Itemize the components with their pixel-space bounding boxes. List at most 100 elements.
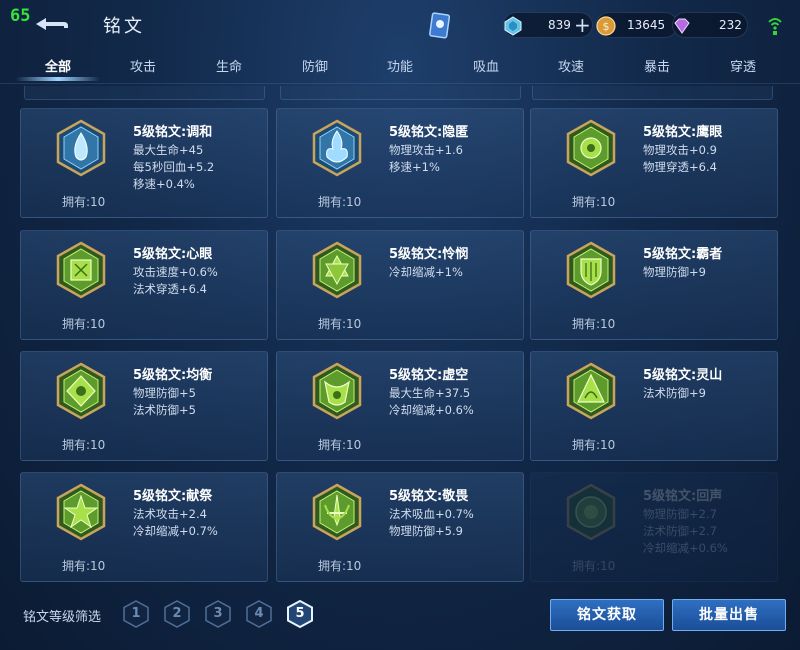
inscription-stats: 冷却缩减+1% — [389, 264, 463, 281]
green-hexagram-emblem-icon — [312, 241, 362, 299]
inscription-card[interactable]: 拥有:10 5级铭文:调和 最大生命+45 每5秒回血+5.2 移速+0.4% — [20, 108, 268, 218]
stat-line: 物理攻击+1.6 — [389, 143, 463, 157]
owned-count: 拥有:10 — [62, 438, 106, 452]
stat-line: 最大生命+37.5 — [389, 386, 471, 400]
green-star-emblem-icon — [56, 483, 106, 541]
stat-line: 移速+1% — [389, 160, 440, 174]
inscription-card[interactable]: 拥有:10 5级铭文:灵山 法术防御+9 — [530, 351, 778, 461]
owned-count: 拥有:10 — [62, 559, 106, 573]
tab-all[interactable]: 全部 — [28, 56, 88, 75]
previous-card-edge — [24, 86, 265, 100]
previous-card-edge — [532, 86, 773, 100]
level-filter-3[interactable]: 3 — [204, 600, 232, 628]
inscription-stats: 物理防御+2.7 法术防御+2.7 冷却缩减+0.6% — [643, 506, 728, 557]
stat-line: 冷却缩减+1% — [389, 265, 463, 279]
inscription-card[interactable]: 拥有:10 5级铭文:隐匿 物理攻击+1.6 移速+1% — [276, 108, 524, 218]
stat-line: 法术防御+2.7 — [643, 524, 717, 538]
owned-count: 拥有:10 — [318, 559, 362, 573]
owned-count: 拥有:10 — [62, 317, 106, 331]
inscription-name: 5级铭文:灵山 — [643, 368, 723, 383]
inscription-name: 5级铭文:隐匿 — [389, 125, 469, 140]
gold-value: 13645 — [627, 18, 666, 32]
owned-count: 拥有:10 — [572, 438, 616, 452]
inscription-card[interactable]: 拥有:10 5级铭文:敬畏 法术吸血+0.7% 物理防御+5.9 — [276, 472, 524, 582]
stat-line: 物理防御+2.7 — [643, 507, 717, 521]
green-sword-emblem-icon — [312, 483, 362, 541]
coupon-value: 839 — [548, 18, 571, 32]
inscription-card[interactable]: 拥有:10 5级铭文:虚空 最大生命+37.5 冷却缩减+0.6% — [276, 351, 524, 461]
inscription-card[interactable]: 拥有:10 5级铭文:鹰眼 物理攻击+0.9 物理穿透+6.4 — [530, 108, 778, 218]
owned-count: 拥有:10 — [318, 317, 362, 331]
stat-line: 法术防御+9 — [643, 386, 706, 400]
stat-line: 攻击速度+0.6% — [133, 265, 218, 279]
obtain-inscription-button[interactable]: 铭文获取 — [550, 599, 664, 631]
green-balance-emblem-icon — [56, 362, 106, 420]
level-number: 1 — [131, 606, 141, 621]
inscription-card[interactable]: 拥有:10 5级铭文:均衡 物理防御+5 法术防御+5 — [20, 351, 268, 461]
add-coupon-button[interactable]: + — [574, 13, 591, 37]
inscription-name: 5级铭文:怜悯 — [389, 247, 469, 262]
stat-line: 冷却缩减+0.6% — [643, 541, 728, 555]
tab-lifesteal[interactable]: 吸血 — [456, 56, 516, 75]
level-filter-4[interactable]: 4 — [245, 600, 273, 628]
green-circle-emblem-icon — [566, 483, 616, 541]
stat-line: 物理穿透+6.4 — [643, 160, 717, 174]
inscription-card[interactable]: 拥有:10 5级铭文:回声 物理防御+2.7 法术防御+2.7 冷却缩减+0.6… — [530, 472, 778, 582]
tab-defense[interactable]: 防御 — [285, 56, 345, 75]
back-button[interactable] — [32, 14, 72, 34]
inscription-name: 5级铭文:均衡 — [133, 368, 213, 383]
inscription-grid[interactable]: 拥有:10 5级铭文:调和 最大生命+45 每5秒回血+5.2 移速+0.4% … — [20, 86, 786, 586]
batch-sell-button[interactable]: 批量出售 — [672, 599, 786, 631]
fps-counter: 65 — [10, 6, 31, 26]
inscription-name: 5级铭文:调和 — [133, 125, 213, 140]
stat-line: 法术防御+5 — [133, 403, 196, 417]
inscription-stats: 攻击速度+0.6% 法术穿透+6.4 — [133, 264, 218, 298]
category-tabs: 全部 攻击 生命 防御 功能 吸血 攻速 暴击 穿透 — [0, 50, 800, 84]
level-number: 2 — [172, 606, 182, 621]
inscription-card[interactable]: 拥有:10 5级铭文:怜悯 冷却缩减+1% — [276, 230, 524, 340]
inscription-stats: 最大生命+45 每5秒回血+5.2 移速+0.4% — [133, 142, 214, 193]
stat-line: 物理攻击+0.9 — [643, 143, 717, 157]
owned-count: 拥有:10 — [318, 438, 362, 452]
level-number: 5 — [295, 606, 305, 621]
page-title: 铭文 — [103, 16, 145, 37]
inscription-card[interactable]: 拥有:10 5级铭文:霸者 物理防御+9 — [530, 230, 778, 340]
stat-line: 物理防御+9 — [643, 265, 706, 279]
inscription-name: 5级铭文:敬畏 — [389, 489, 469, 504]
stat-line: 最大生命+45 — [133, 143, 204, 157]
tab-attack-speed[interactable]: 攻速 — [541, 56, 601, 75]
owned-count: 拥有:10 — [572, 559, 616, 573]
back-arrow-icon — [36, 18, 68, 30]
previous-card-edge — [280, 86, 521, 100]
diamond-counter: 232 — [672, 12, 748, 38]
inscription-stats: 物理攻击+0.9 物理穿透+6.4 — [643, 142, 717, 176]
inscription-name: 5级铭文:虚空 — [389, 368, 469, 383]
blue-teardrop-emblem-icon — [56, 119, 106, 177]
inscription-page-icon[interactable] — [428, 12, 452, 40]
tab-utility[interactable]: 功能 — [370, 56, 430, 75]
green-eye-emblem-icon — [566, 119, 616, 177]
inscription-stats: 物理防御+5 法术防御+5 — [133, 385, 196, 419]
inscription-stats: 物理防御+9 — [643, 264, 706, 281]
owned-count: 拥有:10 — [318, 195, 362, 209]
inscription-card[interactable]: 拥有:10 5级铭文:心眼 攻击速度+0.6% 法术穿透+6.4 — [20, 230, 268, 340]
green-square-emblem-icon — [56, 241, 106, 299]
level-filter-1[interactable]: 1 — [122, 600, 150, 628]
diamond-icon — [674, 18, 690, 34]
level-filter-5[interactable]: 5 — [286, 599, 314, 629]
tab-health[interactable]: 生命 — [199, 56, 259, 75]
green-mountain-emblem-icon — [566, 362, 616, 420]
stat-line: 每5秒回血+5.2 — [133, 160, 215, 174]
tab-critical[interactable]: 暴击 — [627, 56, 687, 75]
tab-penetration[interactable]: 穿透 — [713, 56, 773, 75]
tab-attack[interactable]: 攻击 — [113, 56, 173, 75]
gold-counter: $ 13645 — [596, 12, 678, 38]
coupon-icon — [504, 16, 522, 36]
inscription-stats: 法术吸血+0.7% 物理防御+5.9 — [389, 506, 474, 540]
inscription-stats: 法术攻击+2.4 冷却缩减+0.7% — [133, 506, 218, 540]
inscription-card[interactable]: 拥有:10 5级铭文:献祭 法术攻击+2.4 冷却缩减+0.7% — [20, 472, 268, 582]
gold-coin-icon: $ — [596, 16, 616, 36]
wifi-signal-icon — [767, 14, 783, 36]
bottom-bar: 铭文等级筛选 1 2 3 4 5 铭文获取 批量出售 — [0, 590, 800, 650]
level-filter-2[interactable]: 2 — [163, 600, 191, 628]
